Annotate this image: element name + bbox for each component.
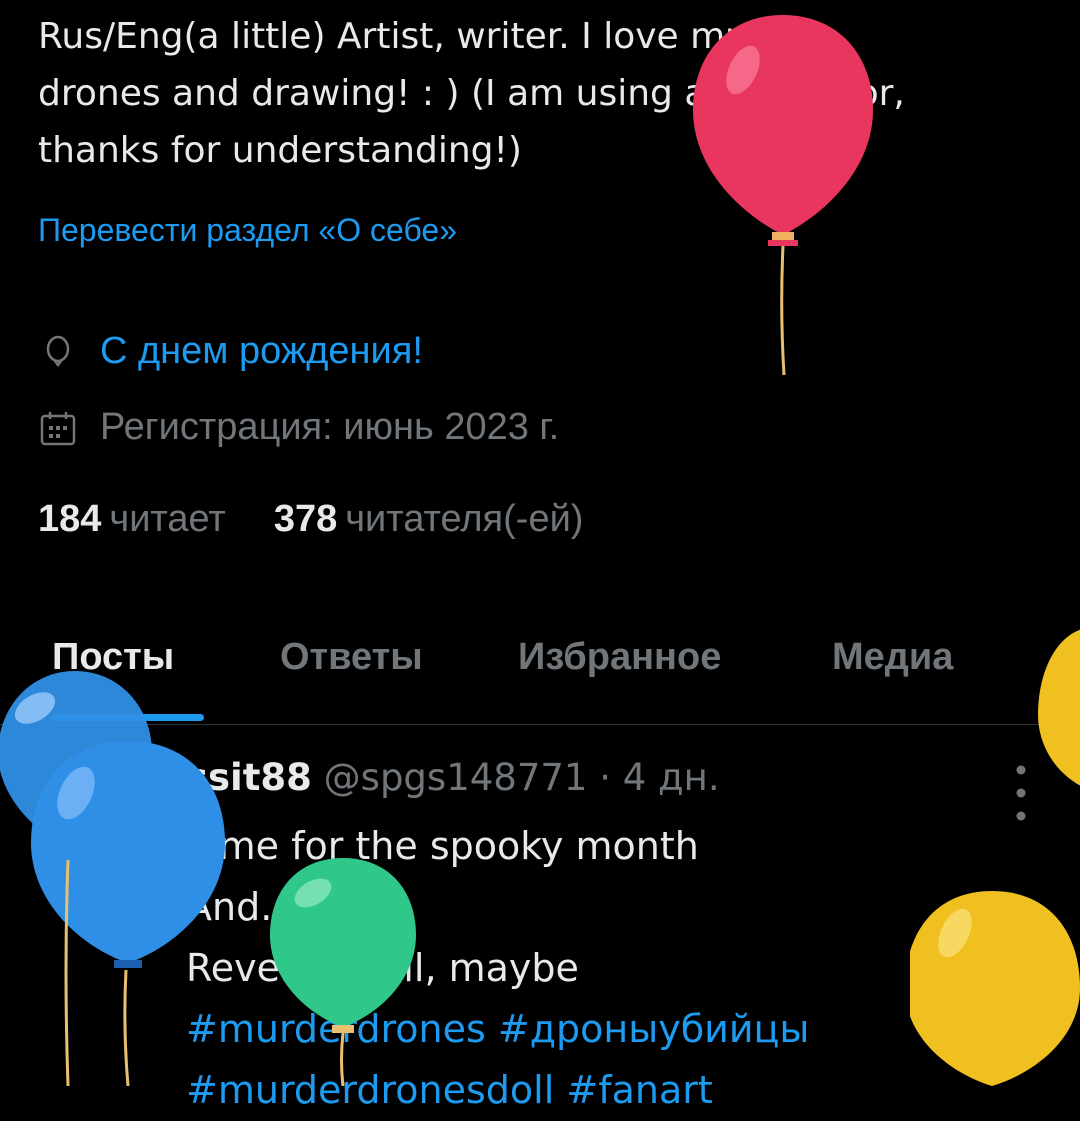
post-author-handle[interactable]: @spgs148771 bbox=[324, 756, 588, 799]
followers-label: читателя(-ей) bbox=[345, 498, 584, 540]
bio-line: Rus/Eng(a little) Artist, writer. I love… bbox=[38, 16, 822, 57]
birthday-row[interactable]: С днем рождения! bbox=[38, 330, 423, 373]
joined-row: Регистрация: июнь 2023 г. bbox=[38, 406, 559, 449]
following-label: читает bbox=[109, 498, 226, 540]
joined-text: Регистрация: июнь 2023 г. bbox=[100, 406, 560, 448]
bio-line: drones and drawing! : ) (I am using a tr… bbox=[38, 73, 905, 114]
birthday-text: С днем рождения! bbox=[100, 330, 423, 372]
profile-tabs: Посты Ответы Избранное Медиа bbox=[0, 622, 1080, 725]
post-header: ssit88 @spgs148771 · 4 дн. bbox=[186, 756, 720, 799]
followers-link[interactable]: 378 читателя(-ей) bbox=[274, 498, 584, 541]
following-count: 184 bbox=[38, 498, 102, 540]
green-balloon bbox=[270, 858, 416, 1086]
tab-replies[interactable]: Ответы bbox=[280, 636, 423, 679]
translate-bio-link[interactable]: Перевести раздел «О себе» bbox=[38, 212, 457, 249]
yellow-balloon bbox=[1038, 629, 1080, 786]
followers-count: 378 bbox=[273, 498, 338, 540]
yellow-balloon bbox=[910, 891, 1080, 1086]
post-timestamp[interactable]: 4 дн. bbox=[623, 756, 720, 799]
hashtag-link[interactable]: #дроныубийцы bbox=[498, 1007, 810, 1051]
bio-line: thanks for understanding!) bbox=[38, 130, 522, 171]
red-balloon bbox=[693, 15, 873, 376]
blue-balloon-string bbox=[64, 860, 70, 1086]
follow-stats: 184 читает 378 читателя(-ей) bbox=[38, 498, 631, 541]
tab-likes[interactable]: Избранное bbox=[518, 636, 721, 679]
following-link[interactable]: 184 читает bbox=[38, 498, 226, 541]
tab-media[interactable]: Медиа bbox=[832, 636, 953, 679]
calendar-icon bbox=[40, 411, 76, 445]
separator-dot: · bbox=[599, 756, 611, 799]
profile-bio: Rus/Eng(a little) Artist, writer. I love… bbox=[38, 8, 1038, 179]
balloon-pin-icon bbox=[46, 335, 70, 367]
hashtag-link[interactable]: #fanart bbox=[566, 1068, 712, 1112]
